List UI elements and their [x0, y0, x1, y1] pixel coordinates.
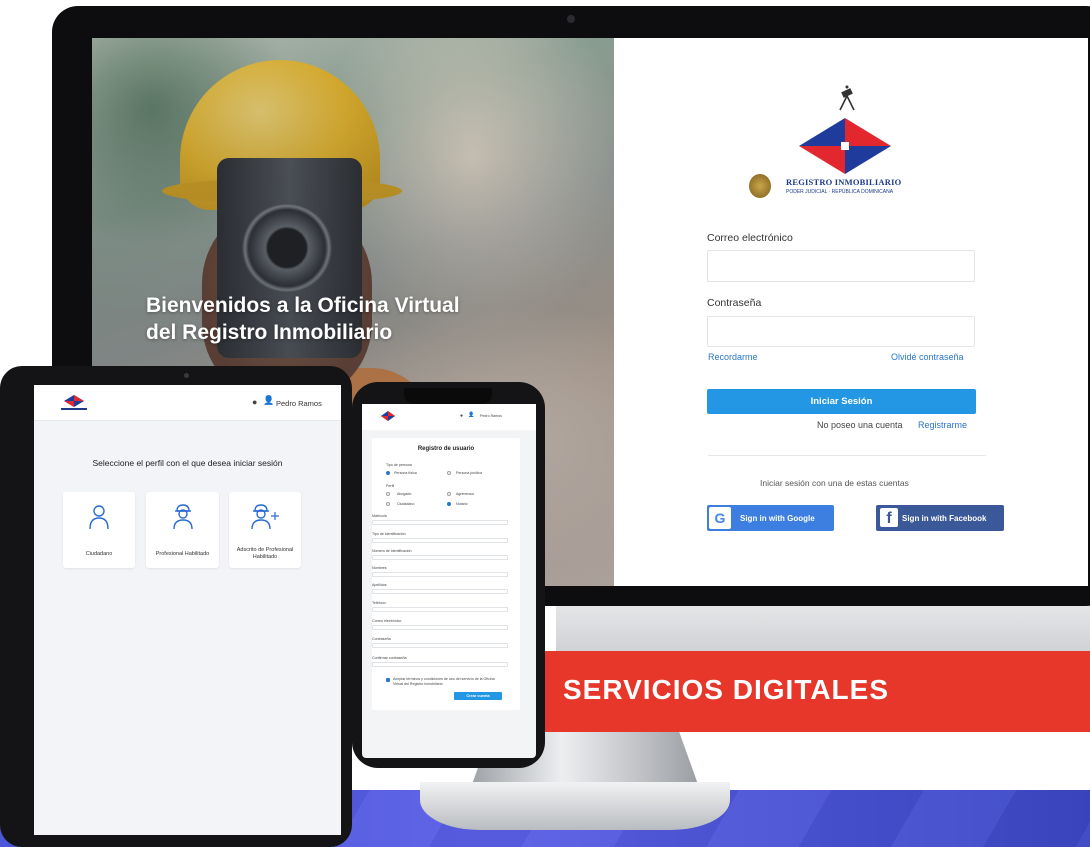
logo-subtitle: PODER JUDICIAL · REPÚBLICA DOMINICANA: [786, 189, 894, 195]
bell-icon[interactable]: ●: [252, 397, 257, 407]
last-name-input[interactable]: [372, 589, 508, 594]
google-signin-label: Sign in with Google: [740, 514, 815, 523]
terms-text: Aceptar términos y condiciones de uso de…: [393, 677, 495, 686]
field-label: Contraseña: [372, 637, 391, 641]
profile-card-profesional[interactable]: Profesional Habilitado: [146, 492, 219, 568]
password-input[interactable]: [372, 643, 508, 648]
tablet-screen: [34, 385, 341, 835]
field-label: Número de identificación: [372, 549, 412, 553]
field-label: Correo electrónico: [372, 619, 402, 623]
terms-checkbox[interactable]: [386, 678, 390, 682]
field-label: Tipo de identificación: [372, 532, 406, 536]
add-worker-icon: [229, 504, 301, 536]
radio-label: Ciudadano: [397, 502, 415, 506]
forgot-password-link[interactable]: Olvidé contraseña: [891, 352, 964, 362]
radio-persona-juridica[interactable]: [447, 471, 451, 475]
profile-card-adscrito[interactable]: Adscrito de Profesional Habilitado: [229, 492, 301, 568]
field-label: Matrícula: [372, 514, 387, 518]
tablet-logo: [61, 395, 87, 410]
radio-label: Abogado: [397, 492, 412, 496]
worker-icon: [146, 504, 219, 536]
registration-title: Registro de usuario: [417, 446, 475, 452]
phone-bell-icon[interactable]: ●: [460, 413, 463, 419]
profile-select-heading: Seleccione el perfil con el que desea in…: [92, 458, 283, 468]
phone-user-icon[interactable]: 👤: [468, 412, 474, 418]
field-label: Teléfono: [372, 601, 386, 605]
email-input[interactable]: [372, 625, 508, 630]
facebook-signin-label: Sign in with Facebook: [902, 514, 987, 523]
tablet-camera: [184, 373, 189, 378]
registro-logo-diamond: [799, 118, 891, 174]
radio-agrimensor[interactable]: [447, 492, 451, 496]
radio-label: Persona física: [394, 471, 417, 475]
profile-card-label: Profesional Habilitado: [155, 551, 210, 557]
login-button[interactable]: Iniciar Sesión: [707, 389, 976, 414]
welcome-line-1: Bienvenidos a la Oficina Virtual: [146, 294, 460, 317]
first-name-input[interactable]: [372, 572, 508, 577]
field-label: Confirmar contraseña: [372, 656, 407, 660]
welcome-line-2: del Registro Inmobiliario: [146, 321, 393, 344]
poder-judicial-seal: [749, 174, 771, 198]
alt-login-text: Iniciar sesión con una de estas cuentas: [760, 478, 909, 488]
radio-label: Persona jurídica: [456, 471, 482, 475]
phone-logo: [381, 411, 395, 421]
surveyor-icon: [839, 85, 855, 111]
logo-title: REGISTRO INMOBILIARIO: [786, 177, 902, 187]
radio-abogado[interactable]: [386, 492, 390, 496]
tablet-user-name[interactable]: Pedro Ramos: [276, 399, 322, 408]
password-label: Contraseña: [707, 297, 762, 309]
monitor-stand-base: [420, 782, 730, 830]
phone-notch: [404, 388, 492, 404]
monitor-camera: [567, 15, 575, 23]
radio-label: Agrimensor: [456, 492, 475, 496]
phone-input[interactable]: [372, 607, 508, 612]
phone-user-name[interactable]: Pedro Ramos: [480, 414, 502, 418]
welcome-heading: Bienvenidos a la Oficina Virtual del Reg…: [146, 292, 586, 346]
user-icon[interactable]: 👤: [263, 395, 274, 406]
field-label: Nombres: [372, 566, 387, 570]
facebook-icon: f: [880, 508, 898, 527]
person-icon: [63, 504, 135, 536]
id-number-input[interactable]: [372, 555, 508, 560]
no-account-text: No poseo una cuenta: [817, 420, 903, 430]
profile-card-ciudadano[interactable]: Ciudadano: [63, 492, 135, 568]
banner-text: SERVICIOS DIGITALES: [563, 674, 890, 705]
divider: [708, 455, 986, 456]
confirm-password-input[interactable]: [372, 662, 508, 667]
field-label: Apellidos: [372, 583, 387, 587]
person-type-label: Tipo de persona: [386, 463, 412, 467]
id-type-select[interactable]: [372, 538, 508, 543]
radio-notario[interactable]: [447, 502, 451, 506]
radio-label: Notario: [456, 502, 468, 506]
monitor-chin: [556, 600, 1090, 652]
radio-ciudadano[interactable]: [386, 502, 390, 506]
profile-card-label: Adscrito de Profesional Habilitado: [236, 547, 294, 560]
create-account-button[interactable]: Crear cuenta: [454, 692, 502, 700]
password-field[interactable]: [707, 316, 975, 347]
matricula-input[interactable]: [372, 520, 508, 525]
radio-persona-fisica[interactable]: [386, 471, 390, 475]
register-link[interactable]: Registrarme: [918, 420, 967, 430]
remember-me-link[interactable]: Recordarme: [708, 352, 758, 362]
email-label: Correo electrónico: [707, 232, 793, 244]
profile-label: Perfil: [386, 484, 395, 488]
profile-card-label: Ciudadano: [85, 551, 113, 557]
google-icon: G: [709, 507, 731, 529]
email-field[interactable]: [707, 250, 975, 282]
